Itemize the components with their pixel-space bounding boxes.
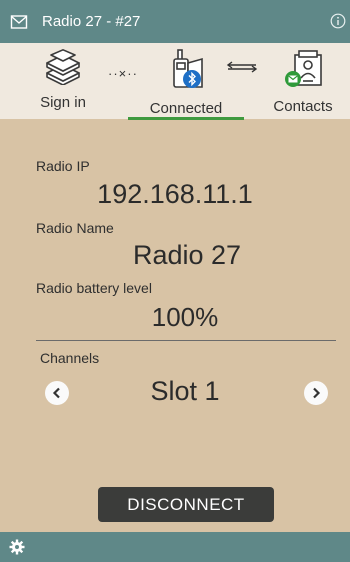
double-arrow-icon — [226, 61, 258, 73]
bottom-bar — [0, 532, 350, 562]
divider — [36, 340, 336, 341]
step-label: Contacts — [273, 98, 333, 115]
radio-name-label: Radio Name — [36, 220, 114, 236]
step-label: Sign in — [40, 94, 86, 111]
disconnect-button[interactable]: DISCONNECT — [98, 487, 274, 522]
channels-label: Channels — [40, 350, 100, 366]
window-title: Radio 27 - #27 — [42, 13, 141, 30]
radio-bluetooth-icon — [173, 49, 203, 88]
gear-icon[interactable] — [9, 539, 25, 555]
connection-steps: Sign in ··×·· Connected Contacts — [0, 43, 350, 120]
contacts-card-icon — [285, 50, 322, 87]
next-channel-button[interactable] — [304, 381, 328, 405]
chevron-right-icon — [313, 387, 321, 399]
step-contacts[interactable]: Contacts — [262, 49, 344, 115]
title-bar: Radio 27 - #27 — [0, 0, 350, 43]
radio-ip-label: Radio IP — [36, 158, 90, 174]
radio-ip-value: 192.168.11.1 — [97, 179, 253, 209]
step-sign-in[interactable]: Sign in — [28, 49, 98, 111]
mail-icon[interactable] — [10, 13, 28, 31]
info-icon[interactable] — [330, 13, 346, 29]
radio-name-value: Radio 27 — [132, 240, 242, 270]
radio-details: Radio IP 192.168.11.1 Radio Name Radio 2… — [0, 119, 350, 532]
battery-label: Radio battery level — [36, 280, 152, 296]
battery-value: 100% — [151, 302, 219, 332]
selected-channel: Slot 1 — [150, 376, 220, 406]
server-stack-icon — [46, 49, 80, 86]
step-label: Connected — [149, 100, 223, 117]
